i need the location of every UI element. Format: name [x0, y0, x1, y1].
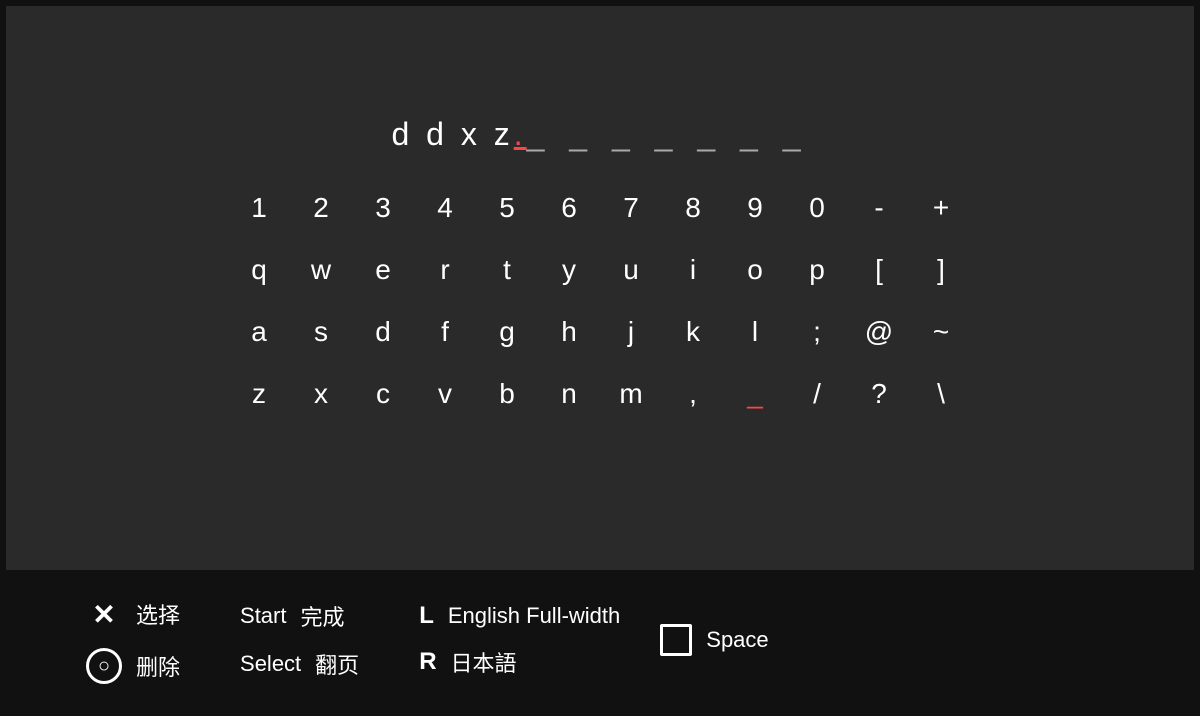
key-r[interactable]: r: [414, 245, 476, 295]
key-w[interactable]: w: [290, 245, 352, 295]
key-5[interactable]: 5: [476, 183, 538, 233]
circle-button-icon[interactable]: ○: [86, 648, 122, 684]
circle-button-label: 删除: [136, 650, 180, 682]
key-backslash[interactable]: \: [910, 369, 972, 419]
key-h[interactable]: h: [538, 307, 600, 357]
key-6[interactable]: 6: [538, 183, 600, 233]
space-label: Space: [706, 627, 768, 653]
key-y[interactable]: y: [538, 245, 600, 295]
key-at[interactable]: @: [848, 307, 910, 357]
screen: d d x z . _ _ _ _ _ _ _ 1 2 3 4 5 6 7 8 …: [0, 0, 1200, 716]
key-question[interactable]: ?: [848, 369, 910, 419]
key-x[interactable]: x: [290, 369, 352, 419]
key-c[interactable]: c: [352, 369, 414, 419]
key-semicolon[interactable]: ;: [786, 307, 848, 357]
key-f[interactable]: f: [414, 307, 476, 357]
key-rbracket[interactable]: ]: [910, 245, 972, 295]
key-4[interactable]: 4: [414, 183, 476, 233]
l-button-letter[interactable]: L: [419, 602, 434, 630]
key-7[interactable]: 7: [600, 183, 662, 233]
key-i[interactable]: i: [662, 245, 724, 295]
key-comma[interactable]: ,: [662, 369, 724, 419]
key-v[interactable]: v: [414, 369, 476, 419]
select-button-item: Select 翻页: [240, 648, 359, 680]
key-t[interactable]: t: [476, 245, 538, 295]
key-s[interactable]: s: [290, 307, 352, 357]
key-q[interactable]: q: [228, 245, 290, 295]
key-u[interactable]: u: [600, 245, 662, 295]
input-display: d d x z . _ _ _ _ _ _ _: [391, 116, 808, 153]
space-button-item: Space: [660, 624, 768, 656]
key-m[interactable]: m: [600, 369, 662, 419]
keyboard: 1 2 3 4 5 6 7 8 9 0 - + q w e r t y u i …: [228, 183, 972, 419]
r-button-action: 日本語: [451, 646, 517, 678]
l-button-item: L English Full-width: [419, 602, 620, 630]
key-slash[interactable]: /: [786, 369, 848, 419]
r-button-item: R 日本語: [419, 646, 620, 678]
l-button-action: English Full-width: [448, 603, 620, 629]
key-row-numbers: 1 2 3 4 5 6 7 8 9 0 - +: [228, 183, 972, 233]
key-l[interactable]: l: [724, 307, 786, 357]
key-e[interactable]: e: [352, 245, 414, 295]
key-g[interactable]: g: [476, 307, 538, 357]
x-button-item: ✕ 选择: [86, 596, 180, 632]
select-action-label: 翻页: [315, 648, 359, 680]
key-o[interactable]: o: [724, 245, 786, 295]
key-8[interactable]: 8: [662, 183, 724, 233]
key-2[interactable]: 2: [290, 183, 352, 233]
key-minus[interactable]: -: [848, 183, 910, 233]
key-0[interactable]: 0: [786, 183, 848, 233]
face-buttons-group: ✕ 选择 ○ 删除: [86, 596, 180, 684]
key-3[interactable]: 3: [352, 183, 414, 233]
x-button-icon[interactable]: ✕: [86, 596, 122, 632]
start-button-item: Start 完成: [240, 600, 359, 632]
select-button-label[interactable]: Select: [240, 651, 301, 677]
key-k[interactable]: k: [662, 307, 724, 357]
key-d[interactable]: d: [352, 307, 414, 357]
cursor-char: .: [514, 116, 527, 153]
key-row-zxcv: z x c v b n m , _ / ? \: [228, 369, 972, 419]
circle-button-item: ○ 删除: [86, 648, 180, 684]
x-button-label: 选择: [136, 598, 180, 630]
key-n[interactable]: n: [538, 369, 600, 419]
key-p[interactable]: p: [786, 245, 848, 295]
start-button-label[interactable]: Start: [240, 603, 286, 629]
key-row-asdf: a s d f g h j k l ; @ ~: [228, 307, 972, 357]
bottom-bar: ✕ 选择 ○ 删除 Start 完成 Select 翻页 L English F: [6, 570, 1194, 710]
r-button-letter[interactable]: R: [419, 648, 436, 676]
typed-text: d d x z: [391, 116, 513, 153]
blank-chars: _ _ _ _ _ _ _: [527, 116, 809, 153]
key-1[interactable]: 1: [228, 183, 290, 233]
key-z[interactable]: z: [228, 369, 290, 419]
start-select-group: Start 完成 Select 翻页: [240, 600, 359, 680]
key-b[interactable]: b: [476, 369, 538, 419]
key-j[interactable]: j: [600, 307, 662, 357]
key-row-qwerty: q w e r t y u i o p [ ]: [228, 245, 972, 295]
key-plus[interactable]: +: [910, 183, 972, 233]
key-lbracket[interactable]: [: [848, 245, 910, 295]
key-9[interactable]: 9: [724, 183, 786, 233]
space-group: Space: [660, 624, 768, 656]
lr-group: L English Full-width R 日本語: [419, 602, 620, 678]
square-button-icon[interactable]: [660, 624, 692, 656]
key-tilde[interactable]: ~: [910, 307, 972, 357]
key-a[interactable]: a: [228, 307, 290, 357]
key-underscore[interactable]: _: [724, 369, 786, 419]
start-action-label: 完成: [300, 600, 344, 632]
